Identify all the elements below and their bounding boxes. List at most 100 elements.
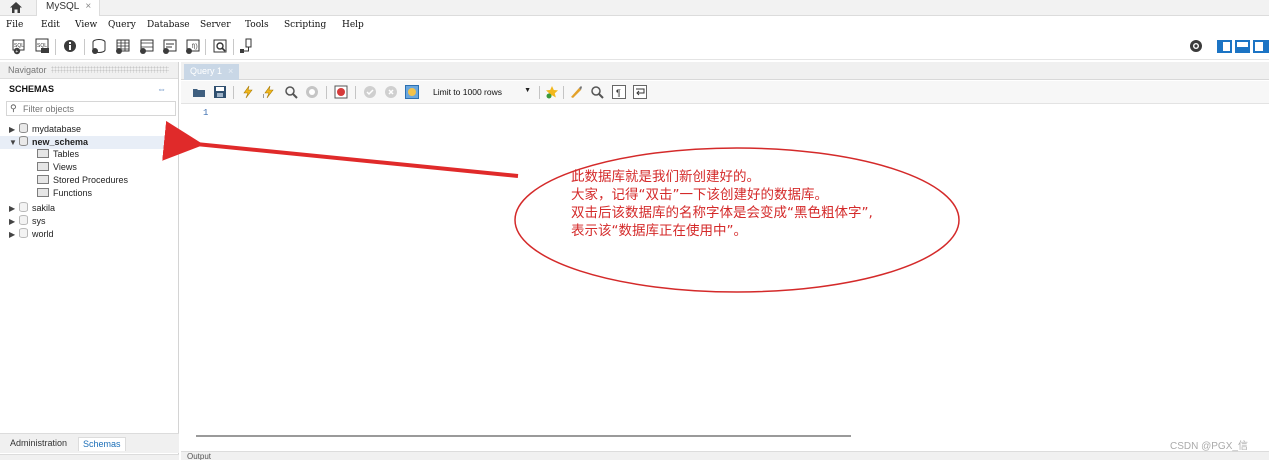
reconnect-icon[interactable]	[238, 38, 256, 55]
toolbar-separator	[355, 86, 356, 99]
toggle-secondary-sidebar-icon[interactable]	[1253, 40, 1269, 53]
watermark: CSDN @PGX_信	[1170, 441, 1248, 452]
annotation-text: 此数据库就是我们新创建好的。 大家，记得“双击”一下该创建好的数据库。 双击后该…	[571, 168, 971, 240]
beautify-icon[interactable]	[569, 85, 583, 99]
invisible-chars-icon[interactable]: ¶	[612, 85, 626, 99]
menu-query[interactable]: Query	[108, 20, 136, 30]
query-tab-label: Query 1	[190, 66, 223, 76]
menu-server[interactable]: Server	[200, 20, 231, 30]
execute-current-icon[interactable]: I	[262, 85, 276, 99]
menu-help[interactable]: Help	[342, 20, 364, 30]
sql-editor[interactable]: 1	[181, 105, 1269, 430]
database-icon	[19, 228, 28, 238]
stop-icon[interactable]	[305, 85, 319, 99]
toggle-sidebar-icon[interactable]	[1217, 40, 1232, 53]
tab-administration[interactable]: Administration	[6, 437, 71, 451]
database-icon	[19, 123, 28, 133]
menu-view[interactable]: View	[75, 20, 97, 30]
chevron-down-icon: ▼	[524, 87, 531, 94]
navigator-bottom-tabs: Administration Schemas	[0, 433, 179, 453]
close-icon[interactable]: ×	[85, 1, 91, 12]
menu-scripting[interactable]: Scripting	[284, 20, 326, 30]
schemas-title: SCHEMAS	[9, 84, 55, 94]
tab-schemas[interactable]: Schemas	[78, 437, 126, 451]
output-title: Output	[187, 452, 212, 460]
folder-icon	[37, 162, 49, 171]
toolbar-separator	[233, 86, 234, 99]
database-icon	[19, 202, 28, 212]
refresh-schemas-icon[interactable]: ⇔	[157, 84, 166, 94]
line-number: 1	[203, 108, 209, 118]
schema-label: mydatabase	[32, 124, 82, 134]
connection-tab-label: MySQL	[46, 1, 80, 12]
menu-database[interactable]: Database	[147, 20, 190, 30]
toolbar-separator	[55, 39, 56, 55]
menu-edit[interactable]: Edit	[41, 20, 60, 30]
navigator-panel: Navigator SCHEMAS ⇔ ⚲ ▶ mydatabase ▼ new_s…	[0, 62, 179, 460]
tree-item-world[interactable]: ▶ world	[9, 228, 54, 241]
autocommit-icon[interactable]	[405, 85, 419, 99]
menu-file[interactable]: File	[6, 20, 23, 30]
rollback-icon[interactable]	[384, 85, 398, 99]
close-icon[interactable]: ×	[228, 66, 233, 76]
execute-icon[interactable]	[241, 85, 255, 99]
tree-child-label: Stored Procedures	[53, 175, 129, 185]
toolbar-separator	[563, 86, 564, 99]
schema-label: sakila	[32, 203, 56, 213]
schema-label: sys	[32, 216, 46, 226]
create-view-icon[interactable]	[138, 38, 156, 55]
toolbar-separator	[326, 86, 327, 99]
tree-item-views[interactable]: Views	[37, 162, 77, 175]
annotation-line: 此数据库就是我们新创建好的。	[571, 169, 760, 185]
tree-item-sakila[interactable]: ▶ sakila	[9, 202, 55, 215]
information-panel-strip	[0, 454, 179, 460]
tree-item-functions[interactable]: Functions	[37, 188, 92, 201]
open-file-icon[interactable]	[192, 85, 206, 99]
new-sql-tab-icon[interactable]: SQL+	[11, 38, 29, 55]
expand-arrow-icon[interactable]: ▶	[9, 125, 19, 134]
tree-item-sys[interactable]: ▶ sys	[9, 215, 46, 228]
tree-child-label: Functions	[53, 188, 93, 198]
create-schema-icon[interactable]	[90, 38, 108, 55]
folder-icon	[37, 175, 49, 184]
toggle-output-icon[interactable]	[1235, 40, 1250, 53]
find-icon[interactable]	[590, 85, 604, 99]
explain-icon[interactable]	[284, 85, 298, 99]
search-table-data-icon[interactable]	[212, 38, 230, 55]
settings-icon[interactable]	[1189, 39, 1203, 53]
toggle-error-icon[interactable]	[334, 85, 348, 99]
tree-item-new-schema[interactable]: ▼ new_schema	[9, 136, 88, 149]
connection-tab-mysql[interactable]: MySQL ×	[36, 0, 101, 16]
schema-label: world	[32, 229, 54, 239]
inspect-schema-icon[interactable]	[61, 38, 79, 55]
toolbar-separator	[233, 39, 234, 55]
create-procedure-icon[interactable]	[161, 38, 179, 55]
limit-rows-select[interactable]: Limit to 1000 rows ▼	[427, 85, 537, 100]
filter-objects-input[interactable]	[23, 103, 173, 114]
main-toolbar: SQL + SQL f()	[0, 34, 1269, 60]
create-table-icon[interactable]	[114, 38, 132, 55]
menu-tools[interactable]: Tools	[245, 20, 269, 30]
add-snippet-icon[interactable]	[545, 85, 559, 99]
tree-item-stored-procedures[interactable]: Stored Procedures	[37, 175, 128, 188]
annotation-line: 双击后该数据库的名称字体是会变成“黑色粗体字”,	[571, 205, 873, 221]
expand-arrow-icon[interactable]: ▶	[9, 230, 19, 239]
tree-item-tables[interactable]: Tables	[37, 149, 79, 162]
drag-grip[interactable]	[50, 66, 169, 73]
create-function-icon[interactable]: f()	[184, 38, 202, 55]
expand-arrow-icon[interactable]: ▶	[9, 217, 19, 226]
commit-icon[interactable]	[363, 85, 377, 99]
connection-tab-bar: MySQL ×	[0, 0, 1269, 16]
horizontal-scrollbar[interactable]	[196, 435, 851, 437]
wrap-lines-icon[interactable]	[633, 85, 647, 99]
svg-text:f(): f()	[192, 44, 198, 50]
query-tab-bar: Query 1 ×	[181, 62, 1269, 80]
tab-query-1[interactable]: Query 1 ×	[184, 64, 240, 80]
expand-arrow-icon[interactable]: ▶	[9, 204, 19, 213]
tree-item-mydatabase[interactable]: ▶ mydatabase	[9, 123, 81, 136]
collapse-arrow-icon[interactable]: ▼	[9, 138, 19, 147]
open-sql-script-icon[interactable]: SQL	[34, 38, 52, 55]
home-icon[interactable]	[9, 1, 23, 14]
save-icon[interactable]	[213, 85, 227, 99]
filter-objects-field[interactable]: ⚲	[6, 101, 176, 116]
